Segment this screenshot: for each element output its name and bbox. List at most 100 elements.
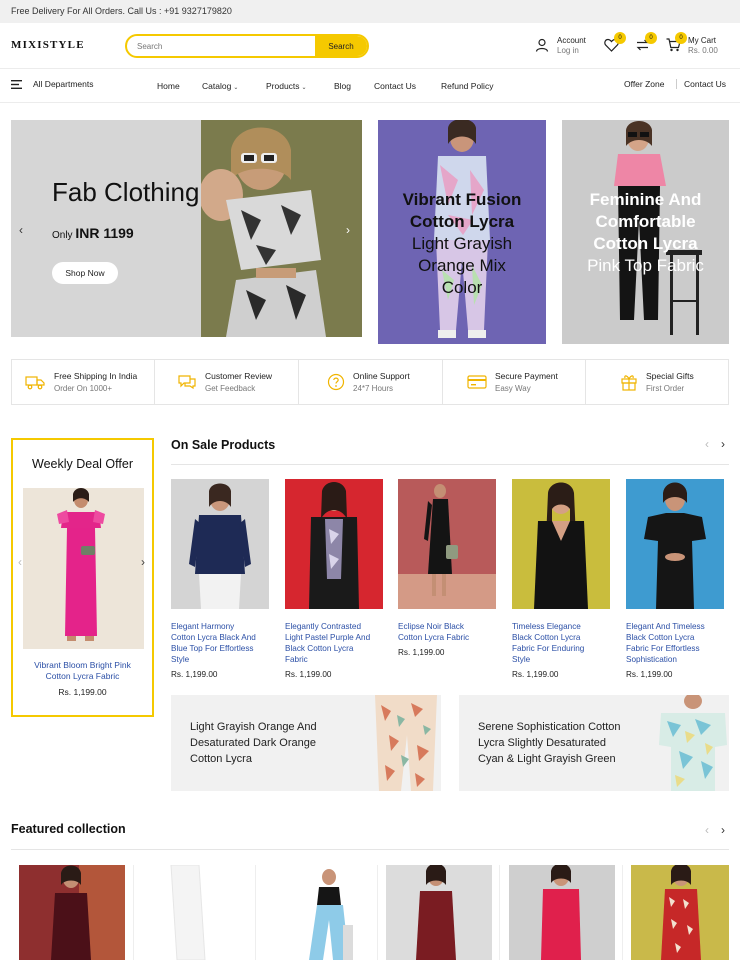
cart-amount: Rs. 0.00 (688, 46, 718, 55)
featured-divider-line (133, 865, 134, 960)
on-sale-next-arrow[interactable]: › (721, 437, 725, 451)
nav-contact[interactable]: Contact Us (374, 81, 416, 91)
nav-home[interactable]: Home (157, 81, 180, 91)
banner-1-text: Vibrant Fusion Cotton Lycra Light Grayis… (378, 189, 546, 299)
banner-2-line-1: Feminine And (589, 190, 702, 209)
slider-prev-arrow[interactable]: ‹ (19, 223, 23, 237)
chat-icon (177, 373, 197, 390)
weekly-name-line-2: Cotton Lycra Fabric (45, 671, 120, 681)
featured-product-image[interactable] (386, 865, 492, 960)
promo-line: Cotton Lycra (190, 753, 252, 765)
weekly-deal-box: Weekly Deal Offer ‹ › Vibrant Bloom Brig… (11, 438, 154, 717)
product-price: Rs. 1,199.00 (512, 670, 559, 679)
promo-line: Cyan & Light Grayish Green (478, 753, 616, 765)
feature-subtitle: Easy Way (495, 384, 531, 393)
offer-zone-link[interactable]: Offer Zone (624, 79, 664, 89)
promo-banner-1[interactable]: Vibrant Fusion Cotton Lycra Light Grayis… (378, 120, 546, 344)
product-name[interactable]: Eclipse Noir Black Cotton Lycra Fabric (398, 621, 502, 643)
banner-1-line-2: Cotton Lycra (409, 212, 515, 231)
search-input[interactable] (127, 36, 317, 56)
hero-slider[interactable]: Fab Clothing Only INR 1199 Shop Now ‹ › (11, 120, 362, 337)
promo-card-2-image (659, 695, 727, 791)
nav-blog[interactable]: Blog (334, 81, 351, 91)
compare-count-badge: 0 (645, 32, 657, 44)
gift-icon (620, 373, 638, 391)
product-name-line: Eclipse Noir Black (398, 622, 464, 631)
product-name[interactable]: Elegant Harmony Cotton Lycra Black And B… (171, 621, 275, 665)
featured-collection-title: Featured collection (11, 822, 126, 836)
promo-card-1-image (375, 695, 437, 791)
product-image[interactable] (398, 479, 496, 609)
featured-divider-line (255, 865, 256, 960)
product-image[interactable] (171, 479, 269, 609)
product-name-line: Black Cotton Lycra (626, 633, 695, 642)
weekly-deal-product-name[interactable]: Vibrant Bloom Bright Pink Cotton Lycra F… (21, 660, 144, 682)
featured-product-image[interactable] (509, 865, 615, 960)
weekly-deal-price: Rs. 1,199.00 (58, 687, 107, 697)
featured-product-image[interactable] (19, 865, 125, 960)
product-name-line: Sophistication (626, 655, 677, 664)
promo-line: Light Grayish Orange And (190, 721, 317, 733)
promo-card-2[interactable]: Serene Sophistication Cotton Lycra Sligh… (459, 695, 729, 791)
featured-prev-arrow[interactable]: ‹ (705, 823, 709, 837)
featured-product-image[interactable] (141, 865, 247, 960)
feature-subtitle: Get Feedback (205, 384, 256, 393)
feature-subtitle: 24*7 Hours (353, 384, 394, 393)
account-title[interactable]: Account (557, 36, 586, 45)
featured-next-arrow[interactable]: › (721, 823, 725, 837)
banner-2-text: Feminine And Comfortable Cotton Lycra Pi… (562, 189, 729, 277)
featured-divider-line (377, 865, 378, 960)
featured-product-image[interactable] (263, 865, 369, 960)
site-logo[interactable]: MIXISTYLE (11, 39, 85, 51)
nav-products-label: Products (266, 81, 300, 91)
weekly-next-arrow[interactable]: › (141, 555, 145, 569)
product-name-line: Style (171, 655, 190, 664)
product-image[interactable] (626, 479, 724, 609)
feature-title: Secure Payment (495, 371, 558, 381)
nav-products[interactable]: Products ⌄ (266, 81, 307, 91)
search-button[interactable]: Search (315, 36, 367, 56)
on-sale-divider (171, 464, 729, 465)
product-name-line: Black Cotton Lycra (512, 633, 581, 642)
promo-card-1[interactable]: Light Grayish Orange And Desaturated Dar… (171, 695, 441, 791)
product-image[interactable] (285, 479, 383, 609)
product-name[interactable]: Timeless Elegance Black Cotton Lycra Fab… (512, 621, 616, 665)
cart-title[interactable]: My Cart (688, 36, 716, 45)
nav-divider-top (0, 68, 740, 69)
product-name[interactable]: Elegantly Contrasted Light Pastel Purple… (285, 621, 389, 665)
banner-2-line-3: Cotton Lycra (593, 234, 698, 253)
featured-product-image[interactable] (631, 865, 729, 960)
hero-price: Only INR 1199 (52, 225, 134, 241)
departments-menu-icon[interactable] (11, 80, 22, 89)
product-name-line: Style (512, 655, 531, 664)
hero-title: Fab Clothing (52, 177, 200, 207)
nav-catalog[interactable]: Catalog ⌄ (202, 81, 238, 91)
feature-title: Free Shipping In India (54, 371, 138, 381)
product-image[interactable] (512, 479, 610, 609)
feature-title: Online Support (353, 371, 410, 381)
hero-price-prefix: Only (52, 230, 73, 241)
feature-free-shipping: Free Shipping In India Order On 1000+ (12, 360, 155, 404)
weekly-deal-product-image[interactable] (23, 488, 144, 649)
promo-line: Serene Sophistication Cotton (478, 721, 621, 733)
banner-1-line-1: Vibrant Fusion (402, 190, 522, 209)
shop-now-button[interactable]: Shop Now (52, 262, 118, 284)
login-link[interactable]: Log in (557, 46, 579, 55)
product-name[interactable]: Elegant And Timeless Black Cotton Lycra … (626, 621, 730, 665)
promo-banner-2[interactable]: Feminine And Comfortable Cotton Lycra Pi… (562, 120, 729, 344)
promo-line: Desaturated Dark Orange (190, 737, 316, 749)
weekly-deal-title: Weekly Deal Offer (32, 457, 133, 471)
nav-refund-policy[interactable]: Refund Policy (441, 81, 493, 91)
feature-subtitle: Order On 1000+ (54, 384, 113, 393)
feature-secure-payment: Secure Payment Easy Way (443, 360, 586, 404)
contact-us-link[interactable]: Contact Us (684, 79, 726, 89)
on-sale-prev-arrow[interactable]: ‹ (705, 437, 709, 451)
feature-customer-review: Customer Review Get Feedback (155, 360, 299, 404)
banner-1-line-3: Light Grayish (411, 234, 513, 253)
all-departments-button[interactable]: All Departments (33, 79, 93, 89)
wishlist-count-badge: 0 (614, 32, 626, 44)
slider-next-arrow[interactable]: › (346, 223, 350, 237)
chevron-down-icon: ⌄ (233, 85, 239, 91)
product-price: Rs. 1,199.00 (171, 670, 218, 679)
weekly-prev-arrow[interactable]: ‹ (18, 555, 22, 569)
